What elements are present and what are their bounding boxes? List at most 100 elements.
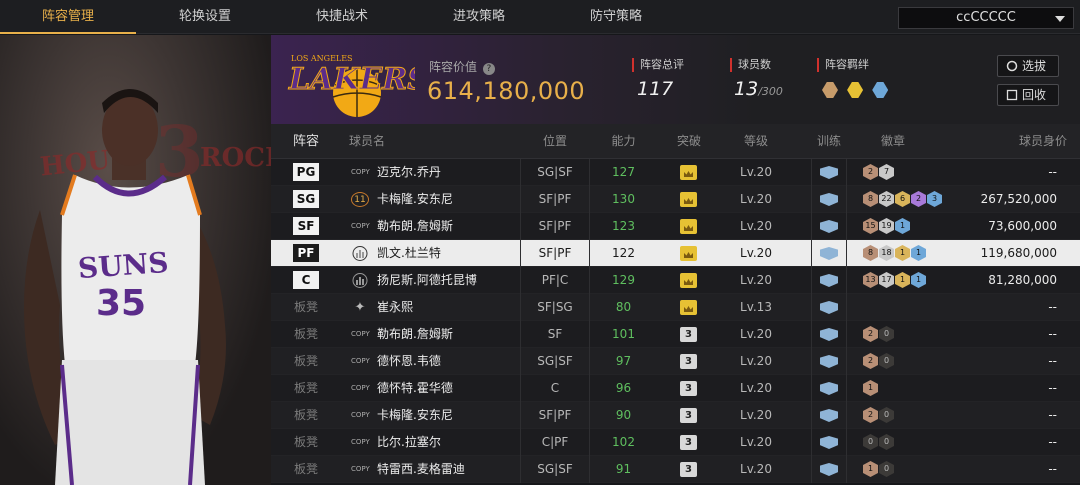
jersey-number: 35: [96, 283, 147, 324]
badge-list: 10: [863, 456, 973, 483]
player-ability: 102: [612, 435, 635, 449]
help-icon[interactable]: ?: [482, 63, 495, 75]
copy-card-icon: COPY: [351, 357, 370, 365]
copy-card-icon: COPY: [351, 222, 370, 230]
col-ability: 能力: [611, 134, 636, 148]
training-icon: [811, 402, 847, 429]
player-ability: 91: [615, 462, 632, 476]
badge-icon: 0: [879, 461, 894, 477]
breakthrough-level: 3: [680, 354, 697, 369]
breakthrough-level: 3: [680, 435, 697, 450]
player-ability: 122: [612, 246, 635, 260]
lineup-slot: 板凳: [293, 327, 318, 341]
tab-quick-tactics[interactable]: 快捷战术: [274, 0, 410, 34]
crown-icon: [680, 165, 697, 180]
lineup-slot: 板凳: [293, 300, 318, 314]
player-position: SF|PF: [520, 240, 590, 267]
player-name: 迈克尔.乔丹: [377, 165, 441, 179]
lineup-slot: 板凳: [293, 462, 318, 476]
player-position: SG|SF: [520, 456, 590, 483]
badge-list: 1: [863, 375, 973, 402]
badge-icon: 1: [895, 218, 910, 234]
table-row[interactable]: 板凳 COPY 特雷西.麦格雷迪 SG|SF 91 3 Lv.20 1 0 --: [271, 456, 1080, 483]
player-level: Lv.13: [740, 300, 772, 314]
rating-label: 阵容总评: [632, 58, 684, 72]
badge-icon: 1: [895, 272, 910, 288]
team-select-dropdown[interactable]: ccCCCCC: [898, 7, 1074, 29]
copy-card-icon: COPY: [351, 330, 370, 338]
table-row[interactable]: PG COPY 迈克尔.乔丹 SG|SF 127 Lv.20 2 7 --: [271, 159, 1080, 186]
player-value: --: [1048, 462, 1057, 476]
badge-icon: 0: [863, 434, 878, 450]
tab-lineup-management[interactable]: 阵容管理: [0, 0, 136, 34]
training-icon: [811, 240, 847, 267]
player-position: SG|SF: [520, 159, 590, 186]
lineup-slot: C: [271, 267, 341, 294]
lineup-slot: PG: [271, 159, 341, 186]
badge-list: 20: [863, 321, 973, 348]
table-row[interactable]: SF COPY 勒布朗.詹姆斯 SF|PF 123 Lv.20 15 19 1 73,600,00…: [271, 213, 1080, 240]
breakthrough-level: 3: [680, 327, 697, 342]
player-name: 德怀恩.韦德: [377, 354, 441, 368]
player-level: Lv.20: [740, 219, 772, 233]
player-value: --: [1048, 435, 1057, 449]
player-position: SF|SG: [520, 294, 590, 321]
team-select-value: ccCCCCC: [956, 10, 1016, 25]
col-player-name: 球员名: [349, 134, 386, 148]
player-level: Lv.20: [740, 246, 772, 260]
badge-icon: 1: [911, 272, 926, 288]
recycle-button[interactable]: 回收: [997, 84, 1059, 106]
tab-rotation-settings[interactable]: 轮换设置: [137, 0, 273, 34]
refresh-icon: [1006, 60, 1018, 72]
player-value: --: [1048, 300, 1057, 314]
table-row[interactable]: 板凳 COPY 卡梅隆.安东尼 SF|PF 90 3 Lv.20 2 0 --: [271, 402, 1080, 429]
tab-defense-strategy[interactable]: 防守策略: [548, 0, 684, 34]
table-row[interactable]: 板凳 COPY 德怀恩.韦德 SG|SF 97 3 Lv.20 2 0 --: [271, 348, 1080, 375]
player-name: 德怀特.霍华德: [377, 381, 453, 395]
table-row[interactable]: 板凳 COPY 德怀特.霍华德 C 96 3 Lv.20 1 --: [271, 375, 1080, 402]
select-button[interactable]: 选拔: [997, 55, 1059, 77]
badge-list: 15 19 1: [863, 213, 973, 240]
synergy-icons[interactable]: [822, 82, 889, 102]
badge-icon: 0: [879, 407, 894, 423]
player-value: --: [1048, 354, 1057, 368]
player-level: Lv.20: [740, 435, 772, 449]
badge-list: 27: [863, 159, 973, 186]
training-icon: [811, 213, 847, 240]
badge-list: 13 17 1 1: [863, 267, 973, 294]
col-position: 位置: [542, 134, 567, 148]
table-row[interactable]: SG 11 卡梅隆.安东尼 SF|PF 130 Lv.20 8 22 6 2 3 267,520,00…: [271, 186, 1080, 213]
table-row[interactable]: C 扬尼斯.阿德托昆博 PF|C 129 Lv.20 13 17 1 1 81,280,000: [271, 267, 1080, 294]
player-position: SF|PF: [520, 186, 590, 213]
player-count-max: /300: [758, 85, 783, 98]
player-position: SF: [520, 321, 590, 348]
table-row[interactable]: 板凳 COPY 比尔.拉塞尔 C|PF 102 3 Lv.20 0 0 --: [271, 429, 1080, 456]
player-value: --: [1048, 165, 1057, 179]
breakthrough-level: 3: [680, 381, 697, 396]
table-row[interactable]: PF 凯文.杜兰特 SF|PF 122 Lv.20 8 18 1 1 119,680,000: [271, 240, 1080, 267]
training-icon: [811, 267, 847, 294]
player-level: Lv.20: [740, 327, 772, 341]
player-position: C|PF: [520, 429, 590, 456]
badge-list: 20: [863, 402, 973, 429]
table-row[interactable]: 板凳 ✦ 崔永熙 SF|SG 80 Lv.13 --: [271, 294, 1080, 321]
badge-icon: 0: [879, 353, 894, 369]
badge-icon: 3: [927, 191, 942, 207]
synergy-label: 阵容羁绊: [817, 58, 869, 72]
player-ability: 127: [612, 165, 635, 179]
breakthrough-level: 3: [680, 462, 697, 477]
tab-offense-strategy[interactable]: 进攻策略: [411, 0, 547, 34]
player-portrait: HOUST ROCK 3 SUNS 35: [0, 35, 271, 485]
table-row[interactable]: 板凳 COPY 勒布朗.詹姆斯 SF 101 3 Lv.20 2 0 --: [271, 321, 1080, 348]
crown-icon: [680, 246, 697, 261]
lineup-slot: SF: [271, 213, 341, 240]
badge-icon: 1: [863, 380, 878, 396]
breakthrough-level: 3: [680, 408, 697, 423]
col-breakthrough: 突破: [676, 134, 701, 148]
badge-icon: 2: [863, 326, 878, 342]
player-level: Lv.20: [740, 273, 772, 287]
badge-icon: 2: [863, 353, 878, 369]
player-name: 比尔.拉塞尔: [377, 435, 441, 449]
logo-text: LAKERS: [288, 62, 415, 97]
recycle-icon: [1006, 89, 1018, 101]
